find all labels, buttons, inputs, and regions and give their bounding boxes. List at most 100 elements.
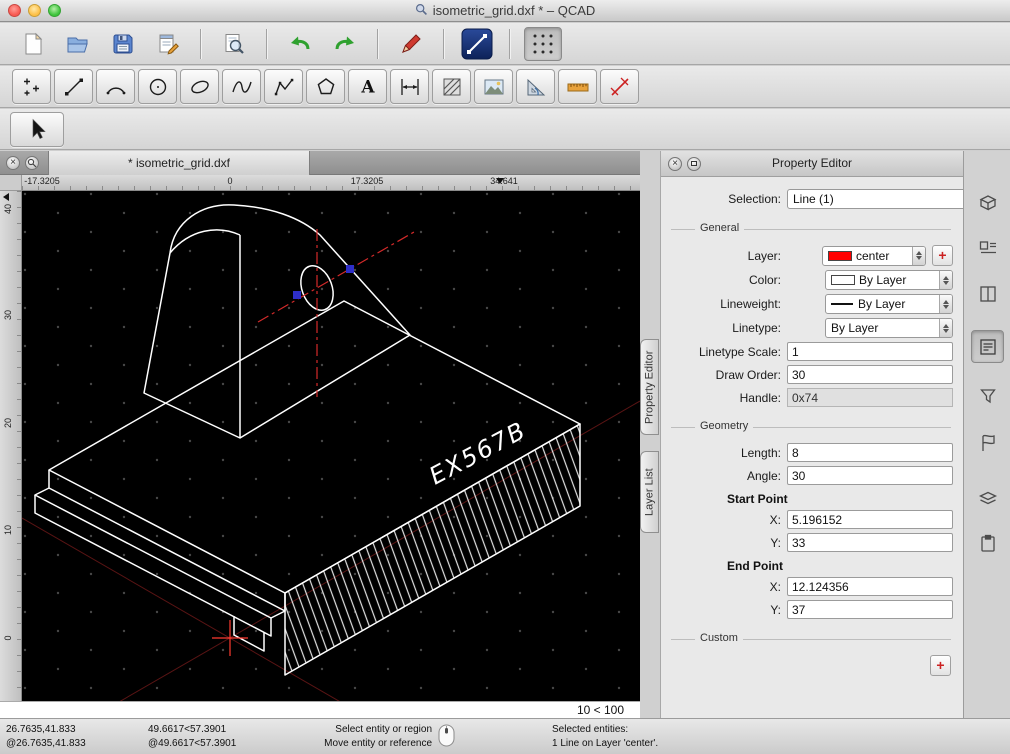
linetype-combo[interactable]: By Layer (825, 318, 953, 338)
ruler-button[interactable] (558, 69, 597, 104)
print-preview-button[interactable] (215, 27, 253, 61)
vruler-label: 40 (3, 204, 13, 215)
selection-status-detail: 1 Line on Layer 'center'. (552, 738, 659, 749)
arc-tool-button[interactable] (96, 69, 135, 104)
combo-arrows-icon (939, 319, 952, 337)
selection-label: Selection: (728, 192, 781, 206)
detach-icon (691, 161, 697, 166)
selection-arrow-button[interactable] (10, 111, 64, 147)
clipboard-button[interactable] (971, 526, 1004, 559)
property-editor-dock-button[interactable] (971, 330, 1004, 363)
draw-pencil-button[interactable] (392, 27, 430, 61)
vruler-label: 20 (3, 418, 13, 429)
polyline-tool-button[interactable] (264, 69, 303, 104)
text-tool-glyph: A (360, 77, 375, 97)
combo-arrows-icon (939, 295, 952, 313)
end-y-label: Y: (770, 602, 781, 617)
color-combo[interactable]: By Layer (825, 270, 953, 290)
layer-combo[interactable]: center (822, 245, 926, 266)
hruler-label: 17.3205 (350, 176, 384, 186)
toolbar-separator (200, 28, 202, 59)
selection-combo[interactable]: Line (1) (787, 189, 983, 209)
combo-arrows-icon (912, 246, 925, 265)
draw-order-input[interactable] (787, 365, 953, 384)
ellipse-tool-button[interactable] (180, 69, 219, 104)
title-bar[interactable]: isometric_grid.dxf * – QCAD (0, 0, 1010, 22)
panel-detach-button[interactable] (687, 157, 701, 171)
measure-distance-button[interactable] (600, 69, 639, 104)
app-icon (415, 3, 428, 19)
end-x-input[interactable] (787, 577, 953, 596)
tab-layer-list[interactable]: Layer List (640, 451, 659, 533)
horizontal-ruler: -17.3205 0 17.3205 34.641 (22, 175, 640, 191)
new-file-button[interactable] (14, 27, 52, 61)
hatch-tool-button[interactable] (432, 69, 471, 104)
layer-add-button[interactable]: + (932, 245, 953, 266)
drawing-canvas[interactable]: EX567B (21, 191, 641, 754)
line-tool-button[interactable] (458, 27, 496, 61)
open-file-button[interactable] (59, 27, 97, 61)
angle-input[interactable] (787, 466, 953, 485)
layer-list-dock-button[interactable] (971, 481, 1004, 514)
undo-button[interactable] (281, 27, 319, 61)
group-geometry: Geometry (669, 419, 953, 433)
cad-viewport[interactable]: EX567B (21, 191, 641, 754)
selection-status: Selected entities: 1 Line on Layer 'cent… (552, 723, 658, 751)
polar-coordinate-display: 49.6617<57.3901 @49.6617<57.3901 (148, 723, 236, 751)
point-tool-button[interactable] (12, 69, 51, 104)
save-file-button[interactable] (104, 27, 142, 61)
tab-layer-list-label: Layer List (643, 468, 656, 516)
lineweight-combo[interactable]: By Layer (825, 294, 953, 314)
draw-order-label: Draw Order: (715, 367, 781, 382)
handle-label: Handle: (739, 390, 781, 405)
dimension-tool-button[interactable] (390, 69, 429, 104)
line-tool-2-button[interactable] (54, 69, 93, 104)
start-y-input[interactable] (787, 533, 953, 552)
spline-tool-button[interactable] (222, 69, 261, 104)
isometric-view-button[interactable] (971, 185, 1004, 218)
edit-document-button[interactable] (149, 27, 187, 61)
grid-status-text: 10 < 100 (576, 703, 624, 717)
tab-property-editor-label: Property Editor (643, 350, 656, 424)
zoom-window-button[interactable] (48, 4, 61, 17)
linetype-scale-label: Linetype Scale: (698, 344, 781, 359)
hint-primary: Select entity or region (335, 724, 432, 735)
hruler-label: -17.3205 (24, 176, 60, 186)
document-tab-title: * isometric_grid.dxf (127, 156, 231, 170)
document-close-button[interactable]: × (6, 156, 20, 170)
color-label: Color: (748, 273, 781, 287)
selection-filter-button[interactable] (971, 379, 1004, 412)
action-hint: Select entity or region Move entity or r… (250, 723, 432, 751)
bookmark-button[interactable] (971, 426, 1004, 459)
custom-add-button[interactable]: + (930, 655, 951, 676)
redo-button[interactable] (326, 27, 364, 61)
panel-header: × Property Editor (661, 151, 963, 177)
start-x-input[interactable] (787, 510, 953, 529)
linetype-label: Linetype: (732, 321, 781, 335)
angle-label: Angle: (746, 468, 781, 483)
block-list-button[interactable] (971, 231, 1004, 264)
close-window-button[interactable] (8, 4, 21, 17)
combo-arrows-icon (939, 271, 952, 289)
lineweight-sample-icon (831, 303, 853, 305)
text-tool-button[interactable]: A (348, 69, 387, 104)
select-toolbar (0, 109, 1010, 150)
library-browser-button[interactable] (971, 277, 1004, 310)
polygon-tool-button[interactable] (306, 69, 345, 104)
minimize-window-button[interactable] (28, 4, 41, 17)
mouse-hint-icon (438, 724, 455, 750)
vruler-label: 0 (3, 635, 13, 641)
tab-property-editor[interactable]: Property Editor (640, 339, 659, 435)
document-tab[interactable]: * isometric_grid.dxf (48, 151, 310, 175)
panel-body: Selection: Line (1) General Layer: cente… (661, 177, 983, 718)
end-y-input[interactable] (787, 600, 953, 619)
measure-tools-button[interactable] (516, 69, 555, 104)
circle-tool-button[interactable] (138, 69, 177, 104)
length-input[interactable] (787, 443, 953, 462)
panel-close-button[interactable]: × (668, 157, 682, 171)
grid-toggle-button[interactable] (524, 26, 562, 61)
grid-status-strip: 10 < 100 (0, 701, 640, 718)
start-point-heading: Start Point (727, 492, 788, 506)
image-tool-button[interactable] (474, 69, 513, 104)
linetype-scale-input[interactable] (787, 342, 953, 361)
